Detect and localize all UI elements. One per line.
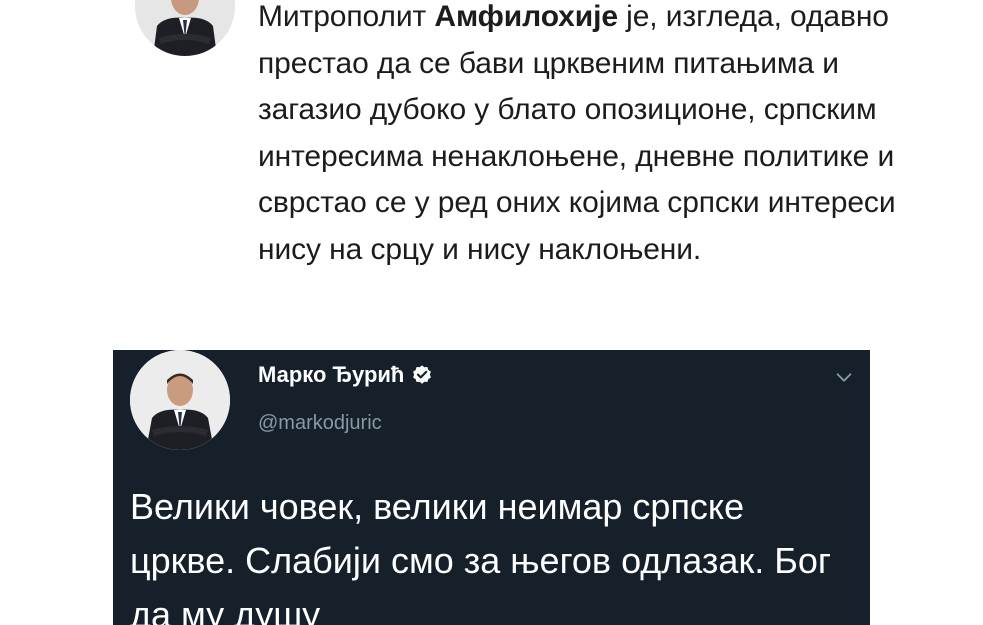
tweet-text: Митрополит Амфилохије је, изгледа, одавн… xyxy=(258,0,898,273)
tweet-card-dark: Марко Ђурић @markodjuric Велики човек, в… xyxy=(113,350,870,625)
user-handle[interactable]: @markodjuric xyxy=(258,412,382,435)
display-name[interactable]: Марко Ђурић xyxy=(258,362,404,388)
profile-photo xyxy=(130,350,230,450)
verified-badge-icon xyxy=(413,365,432,384)
tweet-text-prefix: Митрополит xyxy=(258,0,435,33)
avatar[interactable] xyxy=(130,350,230,450)
profile-photo xyxy=(135,0,235,56)
quoted-tweet-light: Митрополит Амфилохије је, изгледа, одавн… xyxy=(0,0,983,350)
tweet-text-bold-name: Амфилохије xyxy=(434,0,618,33)
tweet-text: Велики човек, велики неимар српске цркве… xyxy=(130,486,831,625)
avatar[interactable] xyxy=(135,0,235,56)
chevron-down-icon[interactable] xyxy=(833,366,855,388)
tweet-text-rest: је, изгледа, одавно престао да се бави ц… xyxy=(258,0,896,266)
author-row: Марко Ђурић xyxy=(258,362,433,388)
